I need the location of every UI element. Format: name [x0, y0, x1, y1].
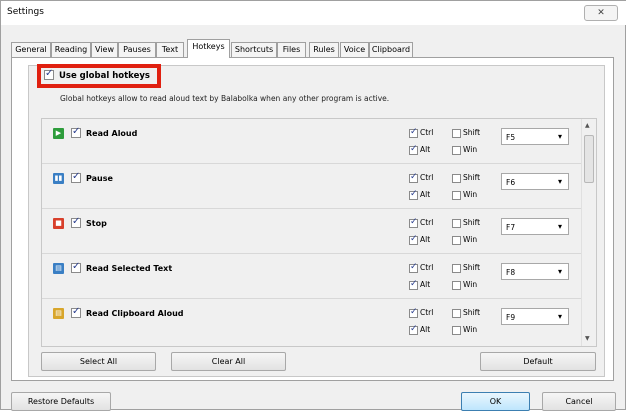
close-icon: ✕	[597, 8, 605, 18]
settings-window: Settings ✕ General Reading View Pauses T…	[0, 0, 626, 411]
stop-checkbox[interactable]	[71, 216, 81, 228]
tab-text[interactable]: Text	[156, 42, 184, 57]
hotkey-list: ▶ Read Aloud Ctrl Alt Shift Win F5▾ ▮▮ P…	[41, 118, 597, 347]
shift-checkbox[interactable]: Shift	[452, 218, 480, 228]
shift-checkbox[interactable]: Shift	[452, 173, 480, 183]
hotkey-row-read-selected: ▤ Read Selected Text Ctrl Alt Shift Win …	[42, 254, 582, 299]
read-aloud-checkbox[interactable]	[71, 126, 81, 138]
read-clipboard-label: Read Clipboard Aloud	[86, 309, 184, 318]
win-checkbox[interactable]: Win	[452, 145, 477, 155]
cancel-button[interactable]: Cancel	[542, 392, 616, 411]
close-button[interactable]: ✕	[584, 5, 618, 21]
pause-checkbox[interactable]	[71, 171, 81, 183]
alt-checkbox[interactable]: Alt	[409, 279, 430, 290]
tab-clipboard[interactable]: Clipboard	[369, 42, 413, 57]
read-selected-label: Read Selected Text	[86, 264, 173, 273]
ctrl-checkbox[interactable]: Ctrl	[409, 307, 433, 318]
global-hotkeys-description: Global hotkeys allow to read aloud text …	[60, 94, 390, 103]
hotkey-row-pause: ▮▮ Pause Ctrl Alt Shift Win F6▾	[42, 164, 582, 209]
scroll-down-icon[interactable]: ▼	[585, 335, 590, 342]
tab-reading[interactable]: Reading	[51, 42, 91, 57]
shift-checkbox[interactable]: Shift	[452, 128, 480, 138]
alt-checkbox[interactable]: Alt	[409, 234, 430, 245]
restore-defaults-button[interactable]: Restore Defaults	[11, 392, 111, 411]
read-clipboard-icon: ▤	[53, 308, 64, 319]
read-selected-key-select[interactable]: F8 ▾	[501, 263, 569, 280]
tab-shortcuts[interactable]: Shortcuts	[231, 42, 277, 57]
scroll-up-icon[interactable]: ▲	[585, 122, 590, 129]
scroll-thumb[interactable]	[584, 135, 594, 183]
alt-checkbox[interactable]: Alt	[409, 324, 430, 335]
default-button[interactable]: Default	[480, 352, 596, 371]
pause-label: Pause	[86, 174, 113, 183]
tab-voice[interactable]: Voice	[340, 42, 369, 57]
read-clipboard-checkbox[interactable]	[71, 306, 81, 318]
alt-checkbox[interactable]: Alt	[409, 189, 430, 200]
ok-button[interactable]: OK	[461, 392, 530, 411]
chevron-down-icon: ▾	[557, 267, 562, 276]
alt-checkbox[interactable]: Alt	[409, 144, 430, 155]
title-bar: Settings ✕	[1, 1, 626, 25]
play-icon: ▶	[53, 128, 64, 139]
pause-key-select[interactable]: F6 ▾	[501, 173, 569, 190]
hotkey-row-read-clipboard: ▤ Read Clipboard Aloud Ctrl Alt Shift Wi…	[42, 299, 582, 344]
read-aloud-label: Read Aloud	[86, 129, 138, 138]
stop-icon: ■	[53, 218, 64, 229]
shift-checkbox[interactable]: Shift	[452, 308, 480, 318]
ctrl-checkbox[interactable]: Ctrl	[409, 172, 433, 183]
use-global-hotkeys-checkbox[interactable]	[44, 68, 54, 80]
read-clipboard-key-select[interactable]: F9 ▾	[501, 308, 569, 325]
ctrl-checkbox[interactable]: Ctrl	[409, 127, 433, 138]
select-all-button[interactable]: Select All	[41, 352, 156, 371]
pause-icon: ▮▮	[53, 173, 64, 184]
tab-pauses[interactable]: Pauses	[118, 42, 156, 57]
hotkey-list-scrollbar[interactable]: ▲ ▼	[581, 119, 596, 346]
chevron-down-icon: ▾	[557, 177, 562, 186]
win-checkbox[interactable]: Win	[452, 190, 477, 200]
window-title: Settings	[7, 7, 44, 17]
tab-hotkeys[interactable]: Hotkeys	[187, 39, 230, 58]
win-checkbox[interactable]: Win	[452, 325, 477, 335]
read-aloud-key-select[interactable]: F5 ▾	[501, 128, 569, 145]
use-global-hotkeys-label: Use global hotkeys	[59, 71, 150, 81]
read-selected-checkbox[interactable]	[71, 261, 81, 273]
ctrl-checkbox[interactable]: Ctrl	[409, 217, 433, 228]
win-checkbox[interactable]: Win	[452, 235, 477, 245]
hotkey-row-read-aloud: ▶ Read Aloud Ctrl Alt Shift Win F5▾	[42, 119, 582, 164]
shift-checkbox[interactable]: Shift	[452, 263, 480, 273]
hotkey-row-stop: ■ Stop Ctrl Alt Shift Win F7▾	[42, 209, 582, 254]
stop-label: Stop	[86, 219, 107, 228]
tab-files[interactable]: Files	[277, 42, 306, 57]
chevron-down-icon: ▾	[557, 312, 562, 321]
stop-key-select[interactable]: F7 ▾	[501, 218, 569, 235]
read-selected-icon: ▤	[53, 263, 64, 274]
tab-view[interactable]: View	[91, 42, 118, 57]
tab-general[interactable]: General	[11, 42, 51, 57]
chevron-down-icon: ▾	[557, 222, 562, 231]
ctrl-checkbox[interactable]: Ctrl	[409, 262, 433, 273]
tab-rules[interactable]: Rules	[309, 42, 339, 57]
clear-all-button[interactable]: Clear All	[171, 352, 286, 371]
win-checkbox[interactable]: Win	[452, 280, 477, 290]
chevron-down-icon: ▾	[557, 132, 562, 141]
